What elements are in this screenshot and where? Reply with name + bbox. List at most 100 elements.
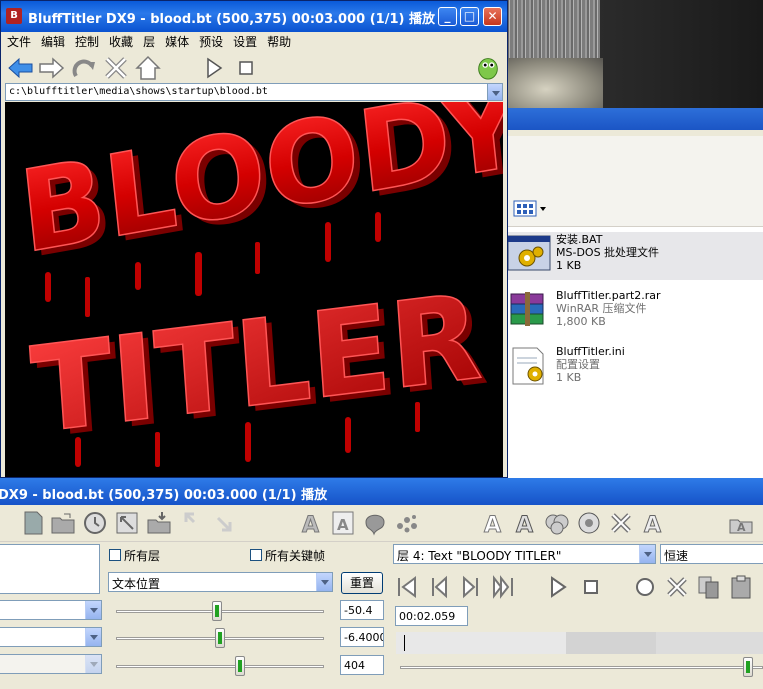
window-title: BluffTitler DX9 - blood.bt (500,375) 00:… — [28, 12, 435, 27]
menu-edit[interactable]: 编辑 — [36, 32, 70, 52]
file-item-ini[interactable]: BluffTitler.ini 配置设置 1 KB — [507, 344, 763, 392]
delete-layer-icon[interactable] — [608, 510, 634, 536]
chevron-down-icon — [85, 655, 101, 673]
menu-presets[interactable]: 预设 — [194, 32, 228, 52]
file-item-bat[interactable]: 安装.BAT MS-DOS 批处理文件 1 KB — [507, 232, 763, 280]
text-flower-icon[interactable] — [576, 510, 602, 536]
stop-icon[interactable] — [232, 54, 260, 82]
speed-select-value: 恒速 — [664, 549, 689, 563]
mascot-icon[interactable] — [474, 52, 502, 80]
reset-button[interactable]: 重置 — [341, 572, 383, 594]
open-folder-icon[interactable] — [50, 510, 76, 536]
menu-file[interactable]: 文件 — [2, 32, 36, 52]
svg-text:A: A — [302, 513, 319, 536]
paste-key-icon[interactable] — [728, 574, 754, 600]
param-select-3[interactable] — [0, 654, 102, 674]
play-icon[interactable] — [544, 574, 570, 600]
chevron-down-icon — [316, 573, 332, 591]
text-outline-icon[interactable]: A — [480, 510, 506, 537]
close-button[interactable]: ✕ — [483, 7, 502, 26]
file-item-rar[interactable]: BluffTitler.part2.rar WinRAR 压缩文件 1,800 … — [507, 288, 763, 336]
text-copy-icon[interactable]: A — [640, 510, 666, 537]
menu-help[interactable]: 帮助 — [262, 32, 296, 52]
skip-to-end-icon[interactable] — [490, 574, 516, 600]
value-field-1[interactable]: -50.4 — [340, 600, 384, 620]
file-type: 配置设置 — [556, 358, 600, 371]
particles-icon[interactable] — [394, 510, 420, 536]
play-icon[interactable] — [200, 54, 228, 82]
redo-icon[interactable] — [70, 54, 98, 82]
value-field-2[interactable]: -6.4000' — [340, 627, 384, 647]
text-layer-icon[interactable]: A — [298, 510, 324, 537]
slider-3-thumb[interactable] — [235, 656, 245, 676]
timeline[interactable] — [396, 632, 763, 654]
arrows-out-icon[interactable] — [210, 510, 236, 536]
delete-key-icon[interactable] — [664, 574, 690, 600]
preview-viewport[interactable]: BLOODY BLOODY TITLER TITLER — [5, 102, 503, 477]
explorer-titlebar[interactable] — [505, 108, 763, 130]
record-icon[interactable] — [632, 574, 658, 600]
arrows-in-icon[interactable] — [182, 510, 208, 536]
clock-icon[interactable] — [82, 510, 108, 536]
text-cloud-icon[interactable] — [544, 510, 570, 536]
all-layers-checkbox[interactable] — [109, 549, 121, 561]
chevron-down-icon — [639, 545, 655, 563]
file-name: BluffTitler.part2.rar — [556, 289, 661, 302]
home-icon[interactable] — [134, 54, 162, 82]
minimize-button[interactable]: _ — [438, 7, 457, 26]
forward-arrow-icon[interactable] — [38, 54, 66, 82]
timeline-cursor[interactable] — [404, 635, 405, 651]
delete-x-icon[interactable] — [102, 54, 130, 82]
speed-select[interactable]: 恒速 — [660, 544, 763, 564]
preview-render: BLOODY BLOODY TITLER TITLER — [13, 102, 503, 467]
panel-title: DX9 - blood.bt (500,375) 00:03.000 (1/1)… — [0, 488, 328, 503]
maximize-button[interactable]: □ — [460, 7, 479, 26]
address-field[interactable]: c:\blufftitler\media\shows\startup\blood… — [5, 83, 503, 101]
text-effect-icon[interactable]: A — [512, 510, 538, 537]
svg-text:A: A — [644, 513, 661, 536]
explorer-toolbar — [505, 136, 763, 227]
text-box-icon[interactable]: A — [330, 510, 356, 536]
menu-layer[interactable]: 层 — [138, 32, 160, 52]
stop-icon[interactable] — [578, 574, 604, 600]
app-icon[interactable]: B — [6, 8, 22, 24]
value-field-3[interactable]: 404 — [340, 655, 384, 675]
address-dropdown-button[interactable] — [487, 84, 502, 100]
panel-titlebar[interactable]: DX9 - blood.bt (500,375) 00:03.000 (1/1)… — [0, 478, 763, 505]
all-keyframes-checkbox[interactable] — [250, 549, 262, 561]
step-forward-icon[interactable] — [458, 574, 484, 600]
step-back-icon[interactable] — [426, 574, 452, 600]
main-toolbar — [2, 52, 507, 83]
svg-text:A: A — [516, 513, 533, 536]
slider-3-track[interactable] — [116, 665, 324, 668]
copy-key-icon[interactable] — [696, 574, 722, 600]
menu-control[interactable]: 控制 — [70, 32, 104, 52]
text-folder-icon[interactable]: A — [728, 510, 754, 536]
layer-select[interactable]: 层 4: Text "BLOODY TITLER" — [393, 544, 656, 564]
menu-favorites[interactable]: 收藏 — [104, 32, 138, 52]
layer-list[interactable] — [0, 544, 100, 594]
property-select[interactable]: 文本位置 — [108, 572, 333, 592]
svg-text:A: A — [337, 516, 349, 534]
param-select-1[interactable] — [0, 600, 102, 620]
time-slider-thumb[interactable] — [743, 657, 753, 677]
property-select-value: 文本位置 — [112, 577, 161, 591]
back-arrow-icon[interactable] — [6, 54, 34, 82]
param-select-2[interactable] — [0, 627, 102, 647]
views-button[interactable] — [513, 198, 547, 218]
file-type: MS-DOS 批处理文件 — [556, 246, 660, 259]
time-slider-track[interactable] — [400, 666, 763, 669]
blob-icon[interactable] — [362, 510, 388, 536]
import-folder-icon[interactable] — [146, 510, 172, 536]
window-titlebar[interactable]: B BluffTitler DX9 - blood.bt (500,375) 0… — [1, 1, 507, 32]
svg-text:A: A — [484, 513, 501, 536]
menu-media[interactable]: 媒体 — [160, 32, 194, 52]
skip-to-start-icon[interactable] — [394, 574, 420, 600]
file-name: BluffTitler.ini — [556, 345, 625, 358]
time-field[interactable]: 00:02.059 — [395, 606, 468, 626]
slider-2-thumb[interactable] — [215, 628, 225, 648]
slider-1-thumb[interactable] — [212, 601, 222, 621]
resize-icon[interactable] — [114, 510, 140, 536]
new-file-icon[interactable] — [20, 510, 46, 536]
menu-settings[interactable]: 设置 — [228, 32, 262, 52]
